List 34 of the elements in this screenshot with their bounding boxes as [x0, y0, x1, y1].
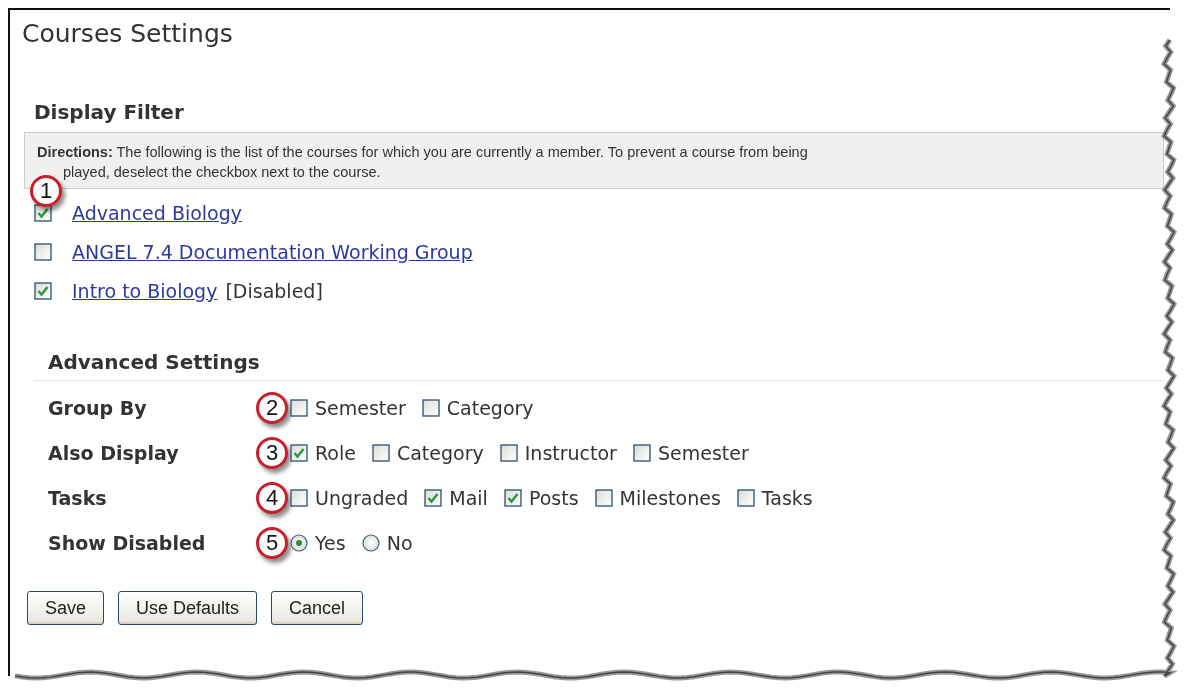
setting-label: Group By [48, 396, 148, 419]
course-link[interactable]: Intro to Biology [72, 279, 218, 302]
option-label: Milestones [619, 486, 721, 509]
form-button[interactable]: Cancel [271, 591, 364, 625]
callout-badge: 3 [256, 436, 288, 469]
option-label: Category [396, 441, 484, 464]
option-label: Instructor [524, 441, 617, 464]
option-label: No [386, 531, 413, 554]
course-link[interactable]: ANGEL 7.4 Documentation Working Group [72, 240, 473, 263]
option-label: Category [446, 396, 534, 419]
section-heading: Advanced Settings [48, 350, 261, 376]
callout-badge: 5 [256, 526, 288, 559]
section-heading: Display Filter [34, 100, 185, 124]
directions-text: played, deselect the checkbox next to the course. [62, 163, 382, 182]
directions-text: Directions: The following is the list of the courses for which you are currently a member. To prevent a course from being [37, 143, 809, 162]
setting-label: Tasks [48, 486, 108, 509]
callout-badge: 1 [30, 175, 62, 207]
callout-badge: 4 [256, 481, 288, 514]
option-label: Ungraded [315, 486, 409, 509]
option-label: Semester [657, 441, 749, 464]
page-title: Courses Settings [21, 18, 234, 48]
course-status: [Disabled] [225, 279, 323, 302]
form-button[interactable]: Save [27, 591, 105, 625]
setting-label: Also Display [48, 441, 180, 464]
option-label: Tasks [761, 486, 813, 509]
callout-badge: 2 [256, 391, 288, 424]
setting-label: Show Disabled [48, 531, 207, 554]
option-label: Mail [449, 486, 488, 509]
form-button[interactable]: Use Defaults [118, 591, 258, 625]
option-label: Posts [528, 486, 579, 509]
course-link[interactable]: Advanced Biology [72, 201, 243, 224]
option-label: Yes [315, 531, 346, 554]
option-label: Semester [315, 396, 406, 419]
option-label: Role [315, 441, 356, 464]
